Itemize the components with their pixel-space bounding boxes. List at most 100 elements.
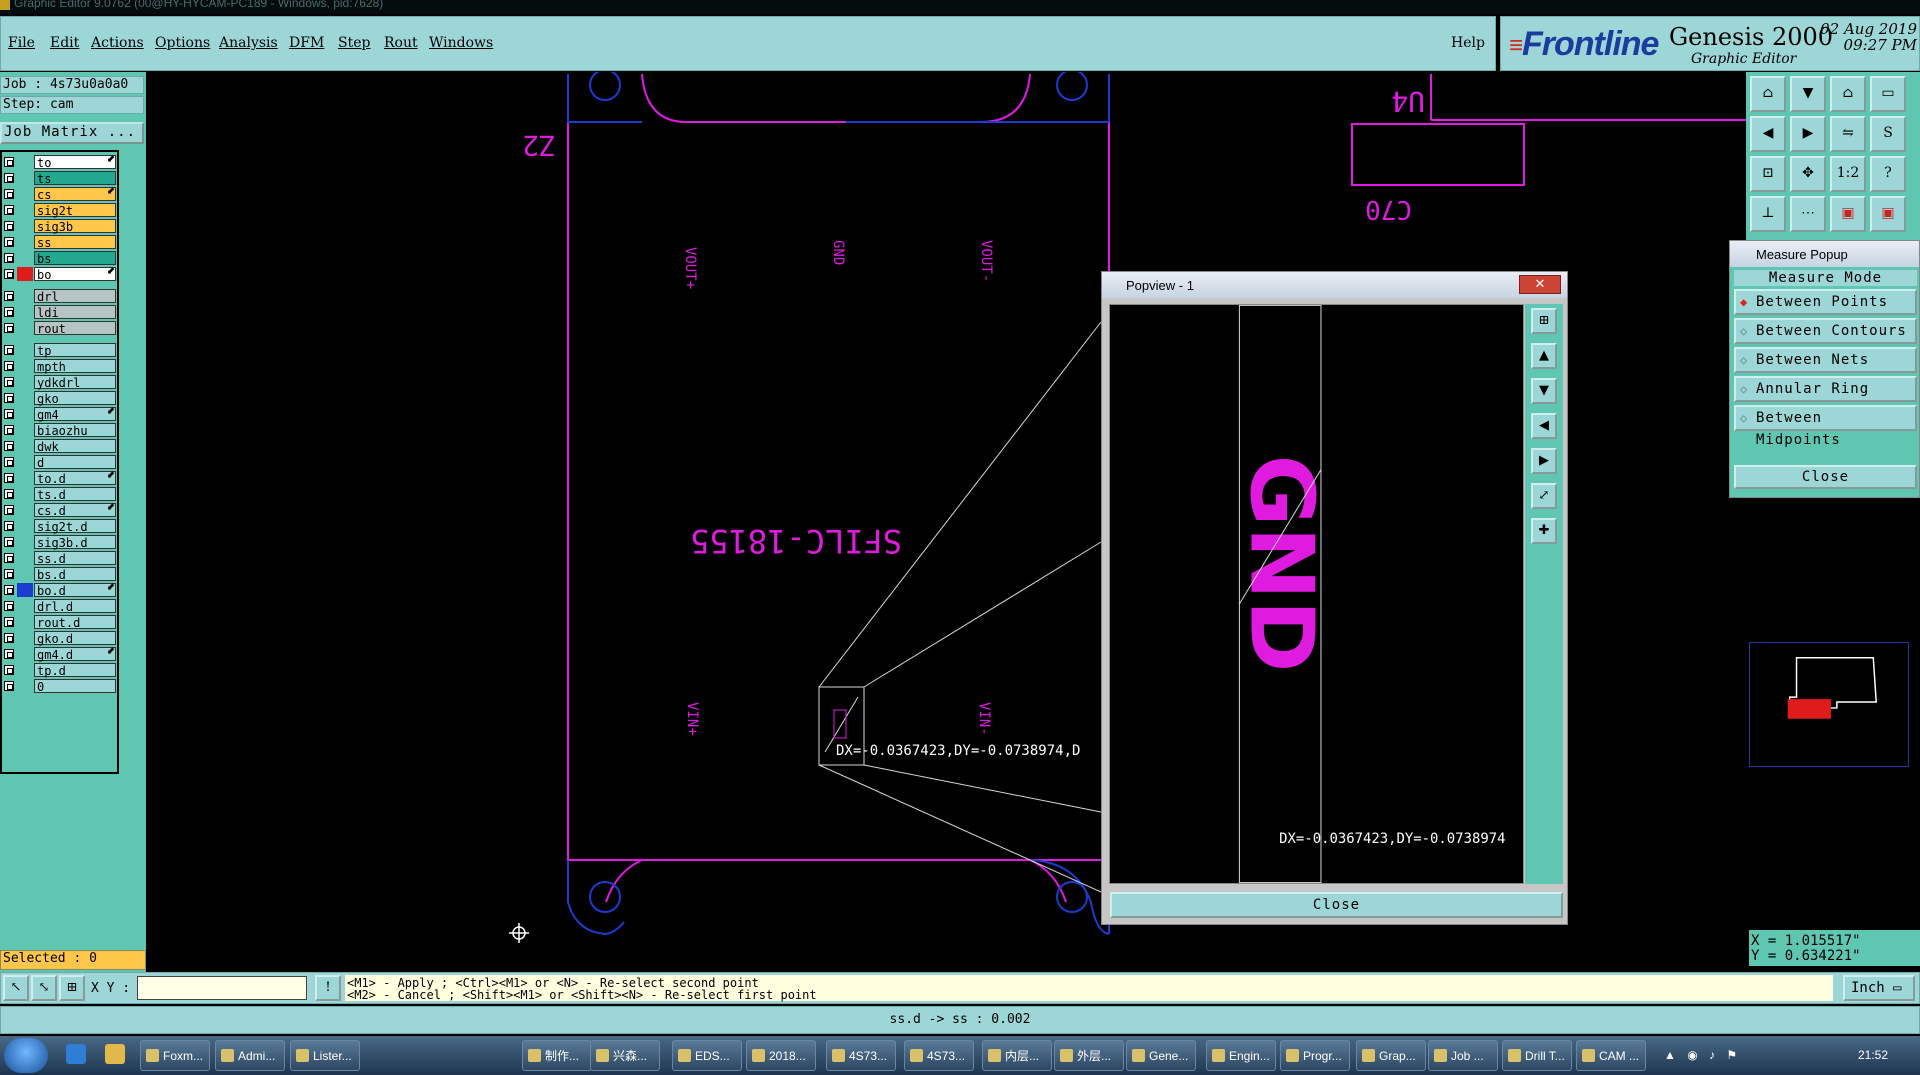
layer-name[interactable]: ts	[34, 171, 116, 186]
layer-color-swatch[interactable]	[17, 487, 33, 501]
layer-row-sig3b-d[interactable]: sig3b.d	[2, 534, 118, 550]
layer-color-swatch[interactable]	[17, 567, 33, 581]
layer-checkbox[interactable]	[4, 157, 14, 167]
help-icon[interactable]: ?	[1870, 156, 1906, 192]
taskbar-task[interactable]: Gene...	[1126, 1040, 1196, 1071]
layer-row-biaozhu[interactable]: biaozhu	[2, 422, 118, 438]
layer-checkbox[interactable]	[4, 409, 14, 419]
menu-help[interactable]: Help	[1451, 35, 1485, 51]
layer-display-icon[interactable]: ▣	[1830, 196, 1866, 232]
layer-color-swatch[interactable]	[17, 321, 33, 335]
layer-name[interactable]: gm4	[34, 407, 116, 422]
layer-name[interactable]: dwk	[34, 439, 116, 454]
layer-checkbox[interactable]	[4, 425, 14, 435]
layer-checkbox[interactable]	[4, 553, 14, 563]
taskbar-task[interactable]: CAM ...	[1576, 1040, 1646, 1071]
select-tool-icon[interactable]: ↖	[3, 975, 29, 1001]
layer-checkbox[interactable]	[4, 473, 14, 483]
option-between-points[interactable]: ◆ Between Points	[1734, 289, 1917, 315]
layer-color-swatch[interactable]	[17, 615, 33, 629]
layer-color-swatch[interactable]	[17, 289, 33, 303]
menu-analysis[interactable]: Analysis	[219, 35, 278, 51]
layer-name[interactable]: gko.d	[34, 631, 116, 646]
taskbar-task[interactable]: Grap...	[1356, 1040, 1426, 1071]
layer-color-swatch[interactable]	[17, 267, 33, 281]
ie-icon[interactable]	[66, 1044, 86, 1064]
layer-name[interactable]: sig2t.d	[34, 519, 116, 534]
layer-name[interactable]: tp	[34, 343, 116, 358]
layer-checkbox[interactable]	[4, 221, 14, 231]
layer-row-0[interactable]: 0	[2, 678, 118, 694]
layer-checkbox[interactable]	[4, 345, 14, 355]
layer-name[interactable]: cs	[34, 187, 116, 202]
layer-row-drl[interactable]: drl	[2, 288, 118, 304]
option-annular-ring[interactable]: ◇ Annular Ring	[1734, 376, 1917, 402]
pv-fullscreen-icon[interactable]: ⤢	[1531, 483, 1557, 509]
layer-name[interactable]: bo.d	[34, 583, 116, 598]
layer-color-swatch[interactable]	[17, 187, 33, 201]
layer-checkbox[interactable]	[4, 633, 14, 643]
taskbar-task[interactable]: 4S73...	[826, 1040, 896, 1071]
menu-edit[interactable]: Edit	[50, 35, 79, 51]
zoom-down-icon[interactable]: ▼	[1790, 76, 1826, 112]
layer-row-to-d[interactable]: to.d ⬋	[2, 470, 118, 486]
layer-row-gm4[interactable]: gm4 ⬋	[2, 406, 118, 422]
layer-checkbox[interactable]	[4, 377, 14, 387]
layer-checkbox[interactable]	[4, 521, 14, 531]
layer-color-swatch[interactable]	[17, 455, 33, 469]
layer-checkbox[interactable]	[4, 361, 14, 371]
layer-row-cs[interactable]: cs ⬋	[2, 186, 118, 202]
layer-row-drl-d[interactable]: drl.d	[2, 598, 118, 614]
layer-name[interactable]: d	[34, 455, 116, 470]
layer-checkbox[interactable]	[4, 269, 14, 279]
taskbar-task[interactable]: Foxm...	[140, 1040, 210, 1071]
layer-checkbox[interactable]	[4, 291, 14, 301]
taskbar-task[interactable]: 外层...	[1054, 1040, 1124, 1071]
taskbar-task[interactable]: Drill T...	[1502, 1040, 1572, 1071]
layer-name[interactable]: bs	[34, 251, 116, 266]
pv-pan-right-icon[interactable]: ▶	[1531, 448, 1557, 474]
layer-color-swatch[interactable]	[17, 535, 33, 549]
layer-color-swatch[interactable]	[17, 203, 33, 217]
layer-checkbox[interactable]	[4, 457, 14, 467]
layer-checkbox[interactable]	[4, 601, 14, 611]
layer-row-ydkdrl[interactable]: ydkdrl	[2, 374, 118, 390]
layer-name[interactable]: cs.d	[34, 503, 116, 518]
layer-name[interactable]: biaozhu	[34, 423, 116, 438]
layer-name[interactable]: ss	[34, 235, 116, 250]
layer-name[interactable]: bs.d	[34, 567, 116, 582]
layer-name[interactable]: drl.d	[34, 599, 116, 614]
layer-name[interactable]: ts.d	[34, 487, 116, 502]
layer-checkbox[interactable]	[4, 665, 14, 675]
layer-row-gko-d[interactable]: gko.d	[2, 630, 118, 646]
layer-name[interactable]: 0	[34, 679, 116, 694]
layer-row-to[interactable]: to ⬋	[2, 154, 118, 170]
system-tray[interactable]: ▲ ◉ ♪ ⚑	[1664, 1048, 1741, 1062]
layer-row-gko[interactable]: gko	[2, 390, 118, 406]
menu-dfm[interactable]: DFM	[289, 35, 324, 51]
popview-close-button[interactable]: Close	[1110, 892, 1563, 918]
option-between-contours[interactable]: ◇ Between Contours	[1734, 318, 1917, 344]
menu-actions[interactable]: Actions	[91, 35, 144, 51]
zoom-center-icon[interactable]: ✥	[1790, 156, 1826, 192]
layer-checkbox[interactable]	[4, 649, 14, 659]
taskbar-task[interactable]: 内层...	[982, 1040, 1052, 1071]
overview-minimap[interactable]	[1749, 642, 1909, 767]
taskbar-task[interactable]: Progr...	[1280, 1040, 1350, 1071]
layer-row-sig2t[interactable]: sig2t	[2, 202, 118, 218]
pv-center-icon[interactable]: ✚	[1531, 518, 1557, 544]
layer-row-ts-d[interactable]: ts.d	[2, 486, 118, 502]
layer-color-swatch[interactable]	[17, 251, 33, 265]
layer-row-tp-d[interactable]: tp.d	[2, 662, 118, 678]
layer-row-bs[interactable]: bs	[2, 250, 118, 266]
layer-row-sig2t-d[interactable]: sig2t.d	[2, 518, 118, 534]
house-icon[interactable]: ⌂	[1830, 76, 1866, 112]
layer-color-swatch[interactable]	[17, 171, 33, 185]
job-matrix-button[interactable]: Job Matrix ...	[0, 122, 144, 144]
layer-row-ss[interactable]: ss	[2, 234, 118, 250]
pan-left-icon[interactable]: ◀	[1750, 116, 1786, 152]
layer-name[interactable]: sig2t	[34, 203, 116, 218]
layer-name[interactable]: drl	[34, 289, 116, 304]
layer-name[interactable]: to.d	[34, 471, 116, 486]
taskbar-task[interactable]: 4S73...	[904, 1040, 974, 1071]
